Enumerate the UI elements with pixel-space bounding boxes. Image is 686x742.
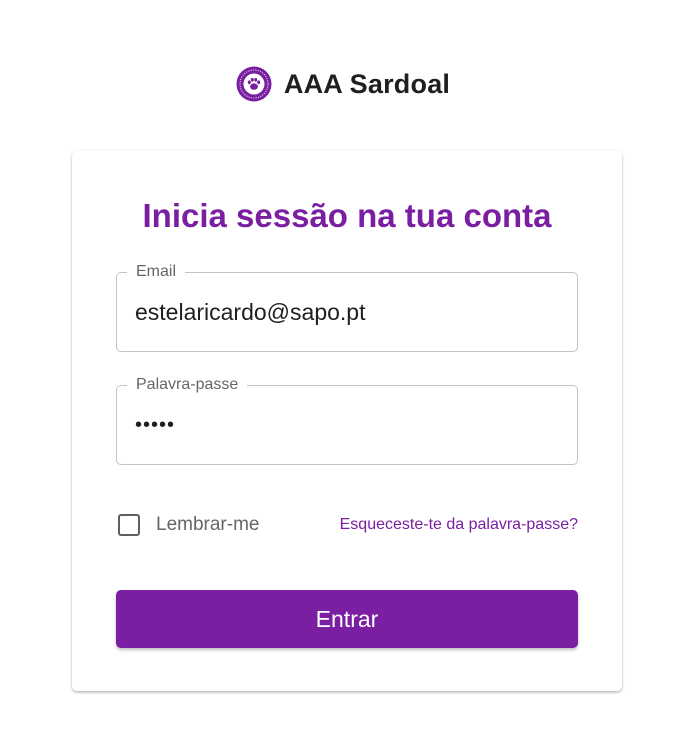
remember-me-label: Lembrar-me: [156, 514, 260, 535]
login-page: AAA Sardoal Inicia sessão na tua conta E…: [0, 0, 686, 742]
forgot-password-link[interactable]: Esqueceste-te da palavra-passe?: [340, 516, 578, 534]
password-input[interactable]: [135, 408, 555, 442]
password-label: Palavra-passe: [127, 375, 248, 395]
email-label: Email: [127, 262, 186, 282]
remember-me[interactable]: Lembrar-me: [116, 514, 259, 536]
login-card: Inicia sessão na tua conta Email Palavra…: [72, 151, 622, 691]
brand-name: AAA Sardoal: [283, 68, 451, 99]
remember-me-checkbox[interactable]: [118, 514, 140, 536]
login-title: Inicia sessão na tua conta: [142, 197, 552, 234]
email-field[interactable]: Email: [116, 262, 578, 352]
login-button[interactable]: Entrar: [116, 590, 578, 648]
password-field[interactable]: Palavra-passe: [116, 375, 578, 465]
paw-print-icon: [236, 66, 272, 102]
email-input[interactable]: [135, 295, 555, 329]
brand-header: AAA Sardoal: [0, 66, 686, 102]
